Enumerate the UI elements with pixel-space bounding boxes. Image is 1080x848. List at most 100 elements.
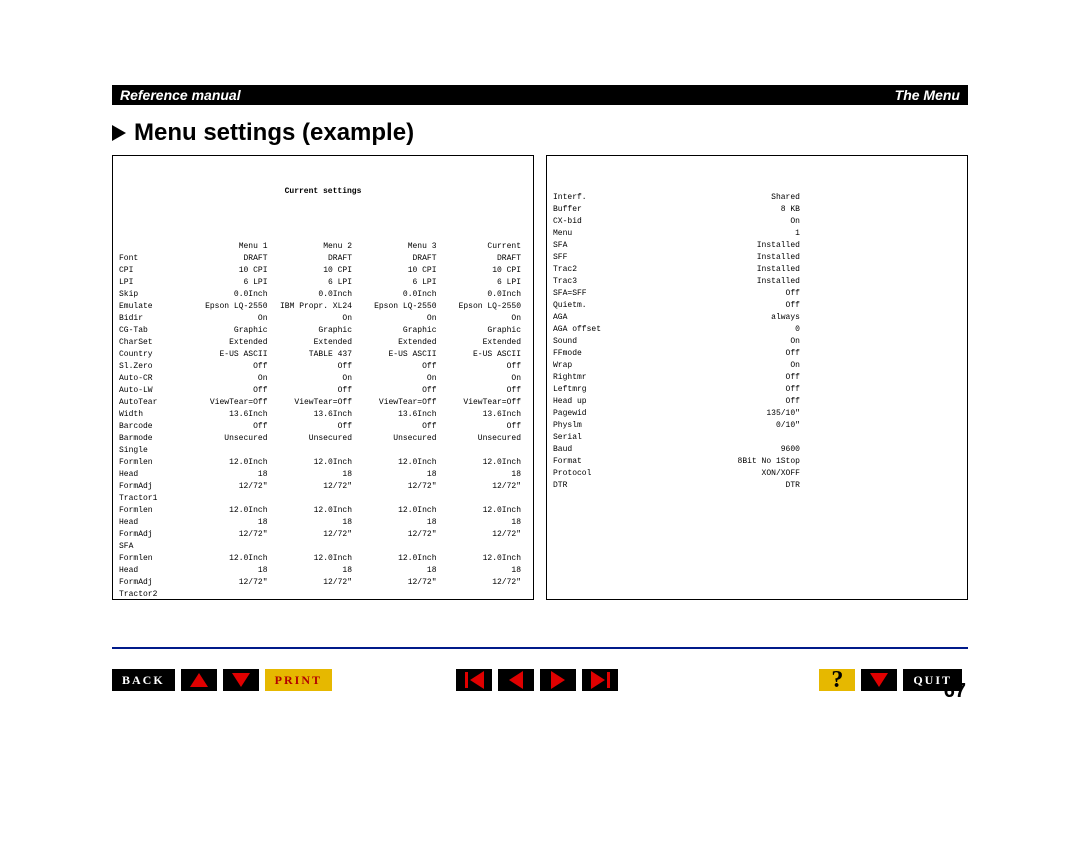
table-cell: Unsecured: [189, 433, 274, 445]
print-button[interactable]: PRINT: [265, 669, 332, 691]
table-cell: Off: [623, 348, 806, 360]
table-cell: 18: [358, 469, 443, 481]
table-cell: Formlen: [119, 457, 189, 469]
collapse-button[interactable]: [861, 669, 897, 691]
table-cell: Unsecured: [274, 433, 359, 445]
back-button[interactable]: BACK: [112, 669, 175, 691]
table-cell: ViewTear=Off: [189, 397, 274, 409]
help-button[interactable]: ?: [819, 669, 855, 691]
table-cell: 18: [274, 565, 359, 577]
table-row: AGA offset0: [553, 324, 806, 336]
table-cell: Tractor1: [119, 493, 189, 505]
table-cell: Head: [119, 517, 189, 529]
table-cell: AGA: [553, 312, 623, 324]
table-cell: LPI: [119, 277, 189, 289]
triangle-down-icon: [870, 673, 888, 687]
table-cell: Font: [119, 253, 189, 265]
table-cell: Extended: [274, 337, 359, 349]
next-button[interactable]: [540, 669, 576, 691]
column-header: Menu 2: [274, 241, 359, 253]
last-button[interactable]: [582, 669, 618, 691]
table-cell: On: [274, 373, 359, 385]
table-row: FormAdj12/72"12/72"12/72"12/72": [119, 577, 527, 589]
column-header: Current: [443, 241, 528, 253]
table-cell: 18: [443, 469, 528, 481]
table-cell: Trac3: [553, 276, 623, 288]
table-cell: [189, 493, 274, 505]
table-cell: 6 LPI: [189, 277, 274, 289]
table-row: Trac2Installed: [553, 264, 806, 276]
table-cell: 9600: [623, 444, 806, 456]
table-cell: Protocol: [553, 468, 623, 480]
table-cell: Bidir: [119, 313, 189, 325]
table-cell: 10 CPI: [443, 265, 528, 277]
question-icon: ?: [831, 669, 843, 691]
table-cell: On: [623, 360, 806, 372]
table-cell: [443, 589, 528, 600]
table-cell: 8 KB: [623, 204, 806, 216]
table-row: Auto-LWOffOffOffOff: [119, 385, 527, 397]
table-cell: 10 CPI: [274, 265, 359, 277]
table-row: LPI6 LPI6 LPI6 LPI6 LPI: [119, 277, 527, 289]
table-cell: 0.0Inch: [189, 289, 274, 301]
page-down-button[interactable]: [223, 669, 259, 691]
table-cell: CX-bid: [553, 216, 623, 228]
page-number: 67: [944, 680, 966, 703]
table-cell: Head: [119, 565, 189, 577]
table-cell: DRAFT: [189, 253, 274, 265]
table-cell: Off: [443, 385, 528, 397]
table-row: FormAdj12/72"12/72"12/72"12/72": [119, 481, 527, 493]
table-cell: CG-Tab: [119, 325, 189, 337]
table-cell: 12.0Inch: [358, 457, 443, 469]
table-cell: Barmode: [119, 433, 189, 445]
table-cell: [358, 445, 443, 457]
table-cell: On: [443, 373, 528, 385]
table-cell: FormAdj: [119, 481, 189, 493]
table-cell: 6 LPI: [274, 277, 359, 289]
table-cell: 13.6Inch: [358, 409, 443, 421]
table-row: Buffer8 KB: [553, 204, 806, 216]
table-cell: 12/72": [189, 481, 274, 493]
table-cell: Formlen: [119, 553, 189, 565]
table-cell: Sound: [553, 336, 623, 348]
table-cell: Graphic: [189, 325, 274, 337]
table-row: Quietm.Off: [553, 300, 806, 312]
table-cell: Quietm.: [553, 300, 623, 312]
table-cell: 12/72": [189, 529, 274, 541]
table-cell: FormAdj: [119, 529, 189, 541]
page-up-button[interactable]: [181, 669, 217, 691]
table-row: FFmodeOff: [553, 348, 806, 360]
table-row: Skip0.0Inch0.0Inch0.0Inch0.0Inch: [119, 289, 527, 301]
table-cell: Off: [443, 361, 528, 373]
table-cell: Graphic: [443, 325, 528, 337]
table-cell: 8Bit No 1Stop: [623, 456, 806, 468]
table-cell: Country: [119, 349, 189, 361]
table-cell: 135/10": [623, 408, 806, 420]
printout-example: Current settings Menu 1Menu 2Menu 3Curre…: [112, 155, 968, 600]
prev-button[interactable]: [498, 669, 534, 691]
back-label: BACK: [116, 673, 171, 688]
column-header: Menu 3: [358, 241, 443, 253]
table-cell: Auto-LW: [119, 385, 189, 397]
table-cell: 12.0Inch: [189, 457, 274, 469]
table-cell: 0.0Inch: [443, 289, 528, 301]
table-row: EmulateEpson LQ-2550IBM Propr. XL24Epson…: [119, 301, 527, 313]
table-row: Tractor1: [119, 493, 527, 505]
table-cell: On: [189, 313, 274, 325]
table-row: WrapOn: [553, 360, 806, 372]
table-cell: 12.0Inch: [274, 505, 359, 517]
first-button[interactable]: [456, 669, 492, 691]
table-cell: DRAFT: [274, 253, 359, 265]
table-row: FormAdj12/72"12/72"12/72"12/72": [119, 529, 527, 541]
table-cell: Off: [274, 421, 359, 433]
triangle-up-icon: [190, 673, 208, 687]
table-cell: 12/72": [189, 577, 274, 589]
table-cell: 6 LPI: [443, 277, 528, 289]
table-row: LeftmrgOff: [553, 384, 806, 396]
table-cell: [274, 589, 359, 600]
table-cell: Installed: [623, 276, 806, 288]
table-row: CX-bidOn: [553, 216, 806, 228]
triangle-down-icon: [232, 673, 250, 687]
table-cell: 0.0Inch: [274, 289, 359, 301]
table-cell: Physlm: [553, 420, 623, 432]
